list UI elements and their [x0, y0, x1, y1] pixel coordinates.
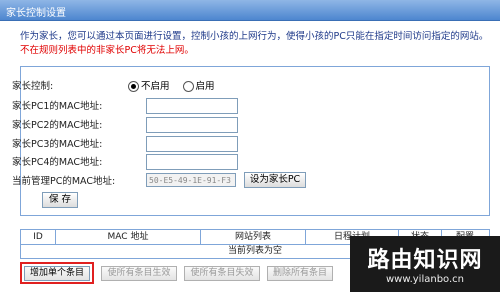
current-pc-mac-label: 当前管理PC的MAC地址:: [12, 176, 116, 187]
pc4-mac-input[interactable]: [146, 154, 238, 170]
radio-enable-icon[interactable]: [182, 81, 194, 92]
col-id: ID: [21, 230, 56, 244]
title-bar: 家长控制设置: [0, 0, 500, 21]
description-text: 作为家长，您可以通过本页面进行设置，控制小孩的上网行为，使得小孩的PC只能在指定…: [20, 31, 489, 42]
save-button[interactable]: 保 存: [42, 192, 78, 208]
pc4-mac-label: 家长PC4的MAC地址:: [12, 157, 103, 168]
pc1-mac-label: 家长PC1的MAC地址:: [12, 101, 103, 112]
watermark: 路由知识网 www.yilanbo.cn: [350, 236, 500, 292]
parental-control-label: 家长控制:: [12, 81, 54, 92]
pc1-mac-input[interactable]: [146, 98, 238, 114]
pc3-mac-label: 家长PC3的MAC地址:: [12, 139, 103, 150]
page-title: 家长控制设置: [6, 8, 66, 19]
add-entry-button[interactable]: 增加单个条目: [24, 266, 90, 281]
enable-all-button[interactable]: 使所有条目生效: [101, 266, 177, 281]
set-as-parent-button[interactable]: 设为家长PC: [244, 172, 306, 188]
pc2-mac-input[interactable]: [146, 117, 238, 133]
watermark-url: www.yilanbo.cn: [385, 274, 465, 285]
col-sites: 网站列表: [201, 230, 306, 244]
pc3-mac-input[interactable]: [146, 136, 238, 152]
watermark-title: 路由知识网: [367, 248, 483, 273]
current-pc-mac-field: 50-E5-49-1E-91-F3: [146, 173, 236, 187]
disable-all-button[interactable]: 使所有条目失效: [184, 266, 260, 281]
radio-disable-icon[interactable]: [128, 81, 139, 92]
delete-all-button[interactable]: 删除所有条目: [267, 266, 333, 281]
radio-enable[interactable]: 启用: [182, 81, 215, 92]
description-block: 作为家长，您可以通过本页面进行设置，控制小孩的上网行为，使得小孩的PC只能在指定…: [20, 30, 490, 58]
radio-enable-label: 启用: [195, 81, 215, 92]
pc2-mac-label: 家长PC2的MAC地址:: [12, 120, 103, 131]
radio-disable[interactable]: 不启用: [128, 81, 170, 92]
warning-text: 不在规则列表中的非家长PC将无法上网。: [20, 45, 194, 56]
col-mac: MAC 地址: [56, 230, 201, 244]
parental-control-radio-group: 不启用 启用: [128, 79, 215, 95]
radio-disable-label: 不启用: [141, 81, 170, 92]
